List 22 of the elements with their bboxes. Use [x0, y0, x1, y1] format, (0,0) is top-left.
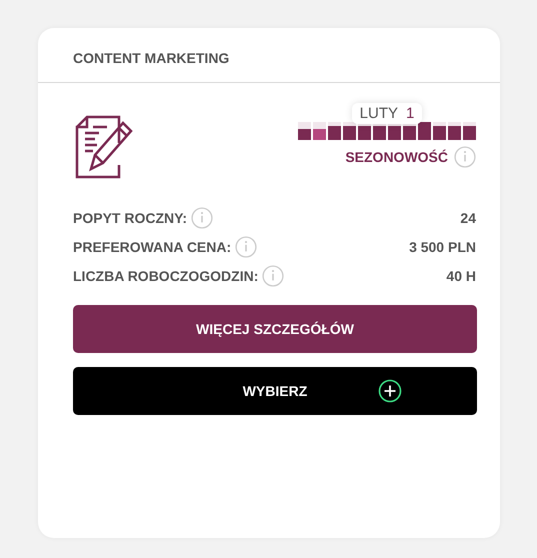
stat-label: LICZBA ROBOCZOGODZIN: — [73, 268, 258, 284]
plus-icon — [378, 379, 402, 403]
season-bar[interactable] — [373, 126, 386, 140]
season-bar[interactable] — [448, 126, 461, 140]
month-tooltip: LUTY 1 — [352, 103, 422, 124]
select-button[interactable]: WYBIERZ — [73, 367, 477, 415]
season-bar[interactable] — [403, 126, 416, 140]
card-title: CONTENT MARKETING — [73, 50, 230, 66]
stat-value: 24 — [460, 210, 476, 226]
seasonality-label: SEZONOWOŚĆ — [345, 149, 448, 165]
stat-value: 40 H — [446, 268, 476, 284]
stat-value: 3 500 PLN — [409, 239, 476, 255]
season-bar[interactable] — [388, 126, 401, 140]
season-bar[interactable] — [343, 126, 356, 140]
season-bar[interactable] — [328, 126, 341, 140]
season-bar[interactable] — [463, 126, 476, 140]
stat-label: POPYT ROCZNY: — [73, 210, 188, 226]
details-button[interactable]: WIĘCEJ SZCZEGÓŁÓW — [73, 305, 477, 353]
document-pen-icon — [73, 113, 133, 179]
season-bar[interactable] — [358, 126, 371, 140]
stat-label: PREFEROWANA CENA: — [73, 239, 232, 255]
season-bar[interactable] — [433, 126, 446, 140]
